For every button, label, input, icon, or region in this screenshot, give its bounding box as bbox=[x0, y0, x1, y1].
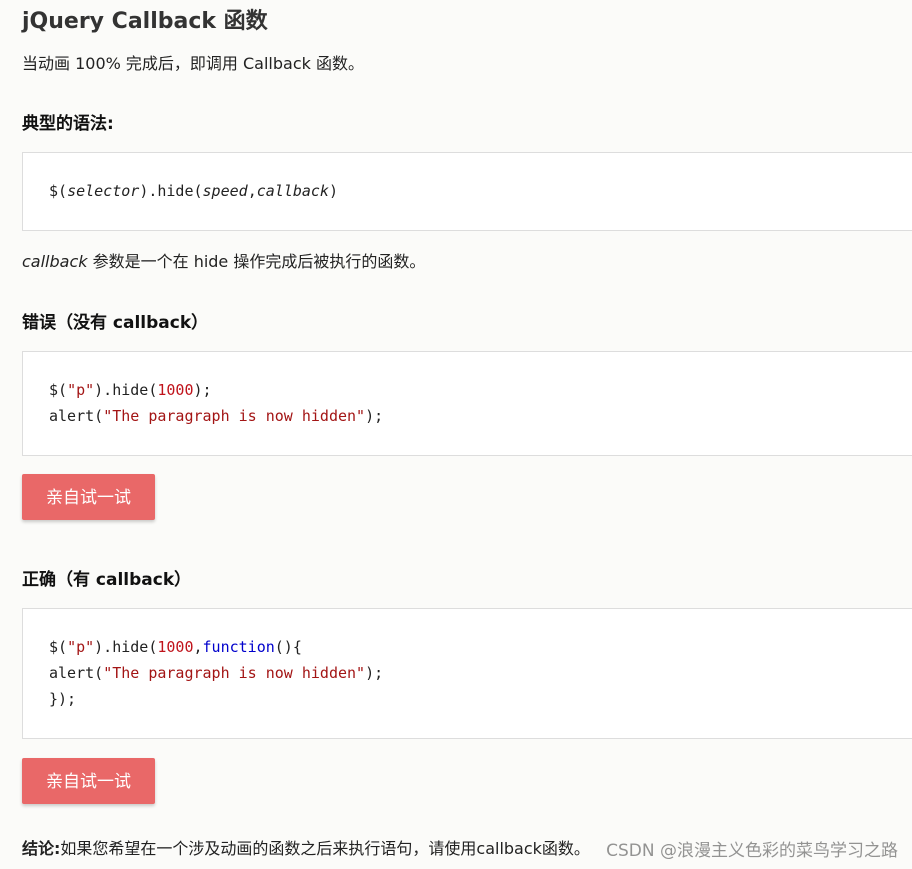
code-line: }); bbox=[49, 686, 912, 712]
code-number: 1000 bbox=[157, 381, 194, 399]
code-token: $( bbox=[49, 182, 68, 200]
code-string: "p" bbox=[67, 381, 95, 399]
syntax-code-block: $(selector).hide(speed,callback) bbox=[22, 152, 912, 231]
code-token-callback: callback bbox=[256, 182, 329, 200]
code-string: "The paragraph is now hidden" bbox=[103, 664, 366, 682]
code-token-speed: speed bbox=[202, 182, 248, 200]
syntax-code-line: $(selector).hide(speed,callback) bbox=[49, 178, 912, 204]
code-token: $( bbox=[49, 381, 68, 399]
code-token: , bbox=[193, 638, 203, 656]
wrong-heading: 错误（没有 callback） bbox=[22, 313, 209, 333]
code-line: $("p").hide(1000); bbox=[49, 377, 912, 403]
try-it-button-1[interactable]: 亲自试一试 bbox=[22, 474, 155, 520]
code-token: alert( bbox=[49, 664, 104, 682]
code-keyword: function bbox=[202, 638, 275, 656]
wrong-code-block: $("p").hide(1000); alert("The paragraph … bbox=[22, 351, 912, 456]
code-token: ); bbox=[365, 664, 384, 682]
callback-term: callback bbox=[22, 252, 88, 271]
right-code-block: $("p").hide(1000,function(){ alert("The … bbox=[22, 608, 912, 739]
code-token: , bbox=[247, 182, 257, 200]
code-line: $("p").hide(1000,function(){ bbox=[49, 634, 912, 660]
code-token: $( bbox=[49, 638, 68, 656]
code-token: ); bbox=[365, 407, 384, 425]
code-token: alert( bbox=[49, 407, 104, 425]
csdn-watermark: CSDN @浪漫主义色彩的菜鸟学习之路 bbox=[606, 841, 898, 861]
conclusion-text: 如果您希望在一个涉及动画的函数之后来执行语句，请使用callback函数。 bbox=[60, 839, 590, 858]
code-token: (){ bbox=[274, 638, 302, 656]
code-number: 1000 bbox=[157, 638, 194, 656]
code-token: ).hide( bbox=[94, 638, 158, 656]
code-line: alert("The paragraph is now hidden"); bbox=[49, 403, 912, 429]
code-token: ).hide( bbox=[94, 381, 158, 399]
code-token: ); bbox=[193, 381, 212, 399]
callback-description-text: 参数是一个在 hide 操作完成后被执行的函数。 bbox=[87, 252, 426, 271]
right-heading: 正确（有 callback） bbox=[22, 570, 192, 590]
code-token-selector: selector bbox=[67, 182, 140, 200]
code-token: ).hide( bbox=[139, 182, 203, 200]
code-token: }); bbox=[49, 690, 77, 708]
code-token: ) bbox=[328, 182, 338, 200]
code-string: "p" bbox=[67, 638, 95, 656]
callback-description: callback 参数是一个在 hide 操作完成后被执行的函数。 bbox=[22, 250, 425, 274]
page-title: jQuery Callback 函数 bbox=[22, 9, 268, 34]
intro-text: 当动画 100% 完成后，即调用 Callback 函数。 bbox=[22, 54, 364, 73]
conclusion-label: 结论: bbox=[22, 839, 61, 858]
conclusion: 结论:如果您希望在一个涉及动画的函数之后来执行语句，请使用callback函数。 bbox=[22, 837, 590, 861]
syntax-heading: 典型的语法: bbox=[22, 114, 114, 134]
try-it-button-2[interactable]: 亲自试一试 bbox=[22, 758, 155, 804]
code-line: alert("The paragraph is now hidden"); bbox=[49, 660, 912, 686]
code-string: "The paragraph is now hidden" bbox=[103, 407, 366, 425]
